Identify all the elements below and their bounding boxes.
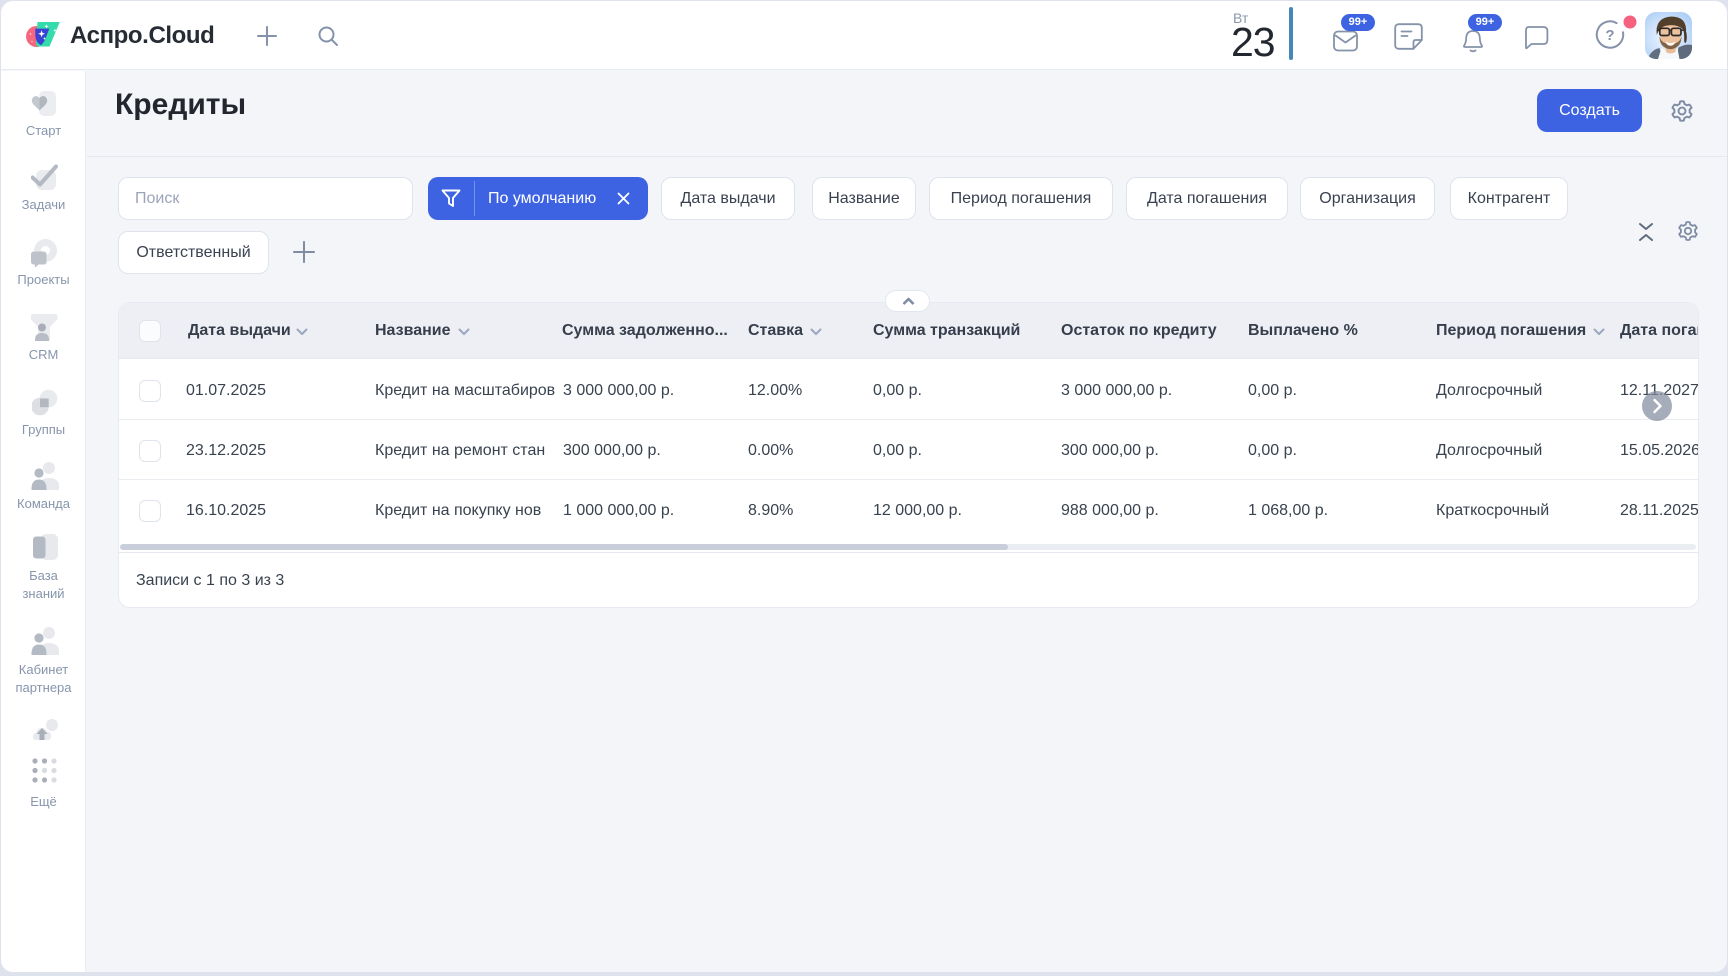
svg-text:?: ? (1605, 27, 1614, 44)
